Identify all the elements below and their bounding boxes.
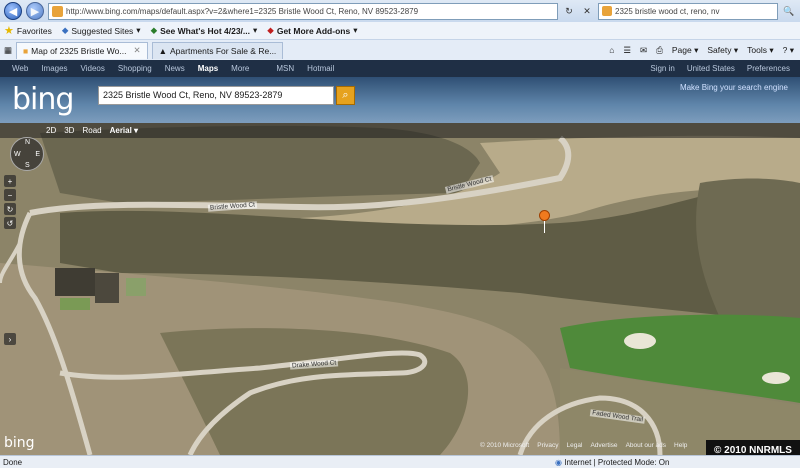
nav-more[interactable]: More xyxy=(231,64,249,73)
about-ads-link[interactable]: About our ads xyxy=(626,442,666,449)
zoom-out-icon[interactable]: − xyxy=(4,189,16,201)
get-addons-link[interactable]: ◆ Get More Add-ons ▾ xyxy=(267,25,357,36)
collapse-panel-icon[interactable]: › xyxy=(4,333,16,345)
privacy-link[interactable]: Privacy xyxy=(537,442,558,449)
bing-search-input[interactable]: 2325 Bristle Wood Ct, Reno, NV 89523-287… xyxy=(98,86,334,105)
chevron-down-icon: ▾ xyxy=(136,25,141,35)
globe-icon: ◉ xyxy=(555,457,562,467)
chevron-down-icon: ▾ xyxy=(253,25,258,35)
nav-msn[interactable]: MSN xyxy=(276,64,294,73)
page-favicon-icon xyxy=(52,5,63,17)
bing-nav: Web Images Videos Shopping News Maps Mor… xyxy=(0,60,800,77)
zoom-in-icon[interactable]: + xyxy=(4,175,16,187)
browser-search-box[interactable]: 2325 bristle wood ct, reno, nv xyxy=(598,2,778,20)
nav-maps[interactable]: Maps xyxy=(198,64,218,73)
copyright-text: © 2010 Microsoft xyxy=(480,442,530,449)
security-zone: ◉ Internet | Protected Mode: On xyxy=(555,457,670,467)
quick-tabs-icon[interactable]: ▦ xyxy=(4,45,12,56)
status-bar: Done ◉ Internet | Protected Mode: On xyxy=(0,455,800,468)
tab-apartments[interactable]: ▲ Apartments For Sale & Re... xyxy=(151,41,284,59)
addons-icon: ◆ xyxy=(267,25,274,35)
page-menu[interactable]: Page ▾ xyxy=(672,45,699,56)
print-icon[interactable]: ⎙ xyxy=(656,45,663,56)
aerial-terrain xyxy=(0,123,800,455)
help-menu[interactable]: ? ▾ xyxy=(783,45,794,56)
search-icon: ⌕ xyxy=(342,89,349,101)
safety-menu[interactable]: Safety ▾ xyxy=(707,45,738,56)
compass-control[interactable]: N E S W xyxy=(10,137,44,171)
address-bar[interactable]: http://www.bing.com/maps/default.aspx?v=… xyxy=(48,2,558,20)
view-2d-button[interactable]: 2D xyxy=(46,126,56,135)
forward-button[interactable]: ▶ xyxy=(26,2,44,20)
star-icon: ★ xyxy=(4,25,14,37)
feeds-icon[interactable]: ☰ xyxy=(623,45,631,56)
suggested-sites-link[interactable]: ◆ Suggested Sites ▾ xyxy=(62,25,141,36)
rotate-icon[interactable]: ↻ xyxy=(4,203,16,215)
map-footer: © 2010 Microsoft Privacy Legal Advertise… xyxy=(480,442,687,449)
location-pin-icon[interactable] xyxy=(539,210,550,221)
region-link[interactable]: United States xyxy=(687,64,735,73)
refresh-icon[interactable]: ↻ xyxy=(562,4,576,18)
address-text: http://www.bing.com/maps/default.aspx?v=… xyxy=(66,6,419,16)
bing-promo-link[interactable]: Make Bing your search engine xyxy=(680,83,788,92)
search-icon[interactable]: 🔍 xyxy=(782,4,796,18)
bing-header: bing 2325 Bristle Wood Ct, Reno, NV 8952… xyxy=(0,77,800,123)
sign-in-link[interactable]: Sign in xyxy=(650,64,674,73)
location-pin-stem xyxy=(544,221,545,233)
suggested-sites-icon: ◆ xyxy=(61,25,69,35)
favorites-bar: ★ Favorites ◆ Suggested Sites ▾ ◆ See What's… xyxy=(0,22,800,40)
close-tab-icon[interactable]: ✕ xyxy=(133,45,140,56)
view-road-button[interactable]: Road xyxy=(82,126,101,135)
command-bar: ⌂ ☰ ✉ ⎙ Page ▾ Safety ▾ Tools ▾ ? ▾ xyxy=(609,45,800,56)
nav-web[interactable]: Web xyxy=(12,64,28,73)
whats-hot-link[interactable]: ◆ See What's Hot 4/23/... ▾ xyxy=(151,25,258,36)
search-button[interactable]: ⌕ xyxy=(336,86,355,105)
address-row: ◀ ▶ http://www.bing.com/maps/default.asp… xyxy=(0,0,800,22)
legal-link[interactable]: Legal xyxy=(567,442,583,449)
chevron-down-icon: ▾ xyxy=(353,25,358,35)
view-aerial-button[interactable]: Aerial ▾ xyxy=(110,126,138,135)
nav-videos[interactable]: Videos xyxy=(81,64,105,73)
nav-shopping[interactable]: Shopping xyxy=(118,64,152,73)
bing-search-favicon-icon xyxy=(602,6,612,16)
help-link[interactable]: Help xyxy=(674,442,687,449)
tools-menu[interactable]: Tools ▾ xyxy=(747,45,773,56)
home-icon[interactable]: ⌂ xyxy=(609,45,614,55)
bing-logo[interactable]: bing xyxy=(12,82,74,117)
browser-search-text: 2325 bristle wood ct, reno, nv xyxy=(615,6,720,16)
advertise-link[interactable]: Advertise xyxy=(590,442,617,449)
apartments-tab-icon: ▲ xyxy=(158,45,167,56)
aerial-map[interactable]: 2D 3D Road Aerial ▾ N E S W + − ↻ ↺ › Br… xyxy=(0,123,800,455)
stop-icon[interactable]: ✕ xyxy=(580,4,594,18)
web-slice-icon: ◆ xyxy=(150,25,158,35)
status-text: Done xyxy=(3,457,23,467)
preferences-link[interactable]: Preferences xyxy=(747,64,790,73)
nav-news[interactable]: News xyxy=(165,64,185,73)
tab-bing-map[interactable]: ■ Map of 2325 Bristle Wo... ✕ xyxy=(16,41,148,59)
map-view-toolbar: 2D 3D Road Aerial ▾ xyxy=(0,123,800,138)
nav-hotmail[interactable]: Hotmail xyxy=(307,64,334,73)
undo-icon[interactable]: ↺ xyxy=(4,217,16,229)
bing-tab-icon: ■ xyxy=(23,45,29,56)
map-bing-logo: bing xyxy=(4,435,35,451)
view-3d-button[interactable]: 3D xyxy=(64,126,74,135)
nav-images[interactable]: Images xyxy=(41,64,67,73)
mail-icon[interactable]: ✉ xyxy=(640,45,647,56)
favorites-button[interactable]: ★ Favorites xyxy=(4,24,52,37)
back-button[interactable]: ◀ xyxy=(4,2,22,20)
tab-bar: ▦ ■ Map of 2325 Bristle Wo... ✕ ▲ Apartm… xyxy=(0,40,800,60)
